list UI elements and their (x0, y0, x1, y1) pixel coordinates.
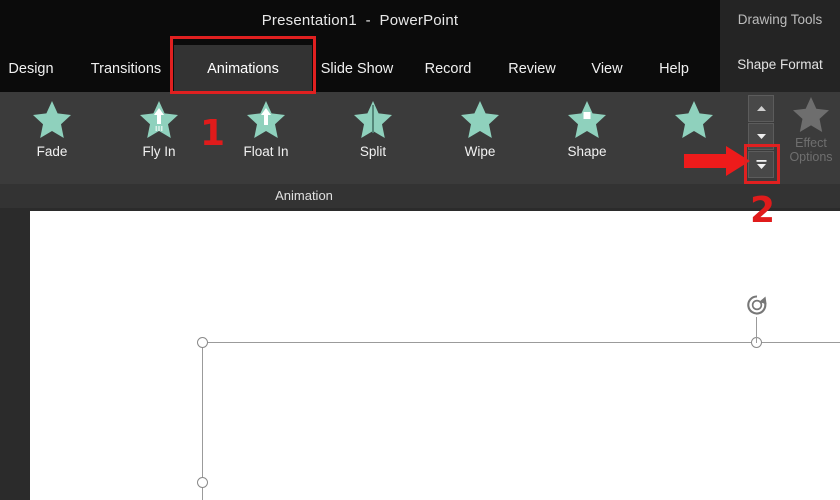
annotation-marker-1: 1 (200, 113, 226, 154)
effect-options-button[interactable]: Effect Options (782, 96, 840, 180)
animation-fly-in[interactable]: Fly In (113, 96, 205, 180)
drawing-tools-label: Drawing Tools (737, 12, 823, 27)
slide-workspace: Cách tạo hiệu (0, 208, 840, 500)
animation-float-in-label: Float In (243, 144, 289, 159)
ribbon-tab-strip: Design Transitions Animations Slide Show… (0, 45, 720, 92)
animation-gallery: Fade Fly In Float In Split Wipe Shape (0, 92, 748, 184)
slide-canvas[interactable]: Cách tạo hiệu (30, 211, 840, 500)
star-arrow-up-icon (139, 100, 179, 138)
tab-slide-show[interactable]: Slide Show (312, 45, 402, 92)
animation-shape-label: Shape (567, 144, 607, 159)
effect-options-label-line2: Options (789, 150, 833, 164)
rotate-icon (747, 295, 767, 315)
star-split-icon (353, 100, 393, 138)
tab-help[interactable]: Help (644, 45, 704, 92)
star-arrow-up-icon (246, 100, 286, 138)
title-bar: Presentation1 - PowerPoint (0, 0, 840, 45)
selection-handle-top-left[interactable] (197, 337, 208, 348)
chevron-up-icon (756, 106, 766, 111)
contextual-tools-block: Drawing Tools Shape Format (720, 0, 840, 92)
animation-split[interactable]: Split (327, 96, 419, 180)
tab-record[interactable]: Record (410, 45, 486, 92)
tab-shape-format[interactable]: Shape Format (720, 57, 840, 72)
animation-split-label: Split (359, 144, 387, 159)
selection-handle-bottom-left[interactable] (197, 477, 208, 488)
star-icon (460, 100, 500, 138)
annotation-arrow (684, 146, 750, 181)
star-icon (793, 96, 829, 132)
chevron-down-icon (756, 134, 766, 139)
animation-float-in[interactable]: Float In (220, 96, 312, 180)
tab-design[interactable]: Design (0, 45, 62, 92)
animation-fade-label: Fade (36, 144, 68, 159)
rotate-handle[interactable] (744, 292, 770, 318)
tab-transitions[interactable]: Transitions (78, 45, 174, 92)
animation-fade[interactable]: Fade (6, 96, 98, 180)
star-square-icon (567, 100, 607, 138)
star-icon (32, 100, 72, 138)
tab-review[interactable]: Review (496, 45, 568, 92)
animation-wipe[interactable]: Wipe (434, 96, 526, 180)
annotation-marker-2: 2 (750, 190, 776, 231)
tab-view[interactable]: View (578, 45, 636, 92)
powerpoint-window: Presentation1 - PowerPoint Drawing Tools… (0, 0, 840, 500)
scroll-up-button[interactable] (748, 95, 774, 122)
effect-options-label-line1: Effect (795, 136, 827, 150)
window-title: Presentation1 - PowerPoint (261, 12, 459, 29)
animation-group-label: Animation (275, 188, 333, 203)
ribbon-group-strip: Animation (0, 184, 840, 208)
annotation-box-animations-tab (170, 36, 316, 94)
annotation-box-more-button (744, 144, 780, 184)
animation-wipe-label: Wipe (464, 144, 496, 159)
selection-top-edge (202, 342, 840, 344)
animation-shape[interactable]: Shape (541, 96, 633, 180)
rotate-handle-stem (756, 317, 758, 343)
animation-fly-in-label: Fly In (142, 144, 176, 159)
star-icon (674, 100, 714, 138)
